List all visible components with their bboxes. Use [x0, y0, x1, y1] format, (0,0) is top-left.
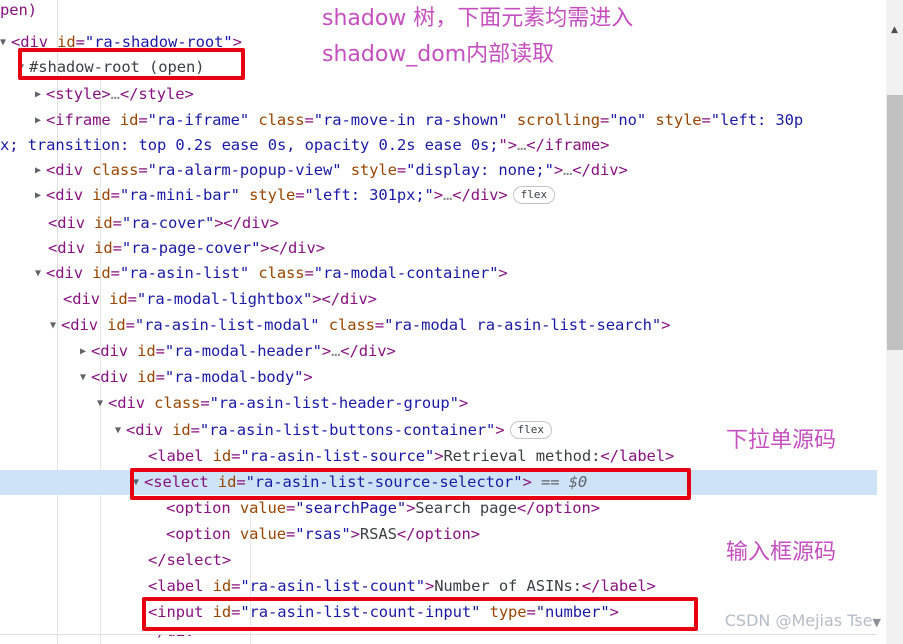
devtools-screenshot: pen) ▼ <div id="ra-shadow-root"> ▼ #shadow…: [0, 0, 903, 644]
dom-line-partial-bottom[interactable]: </div>: [0, 635, 886, 644]
dom-line-asin-list-modal[interactable]: ▼ <div id="ra-asin-list-modal" class="ra-…: [50, 313, 886, 338]
dom-line-option-searchpage[interactable]: <option value="searchPage">Search page</…: [166, 496, 886, 521]
note-shadow-dom: shadow_dom内部读取: [322, 42, 555, 67]
dom-line-ra-asin-list[interactable]: ▼ <div id="ra-asin-list" class="ra-modal-…: [35, 261, 886, 286]
vertical-scrollbar[interactable]: ▲: [885, 0, 903, 644]
collapse-triangle-icon[interactable]: ▶: [35, 183, 46, 208]
note-select-source: 下拉单源码: [726, 428, 837, 453]
expand-triangle-icon[interactable]: ▼: [50, 313, 61, 338]
dom-line-mini-bar[interactable]: ▶ <div id="ra-mini-bar" style="left: 301p…: [35, 183, 886, 208]
expand-triangle-icon[interactable]: ▼: [18, 55, 29, 80]
dom-line-modal-lightbox[interactable]: <div id="ra-modal-lightbox"></div>: [63, 287, 886, 312]
scroll-up-arrow-icon[interactable]: ▲: [886, 22, 903, 39]
dom-line-header-group[interactable]: ▼ <div class="ra-asin-list-header-group">: [97, 391, 886, 416]
expand-triangle-icon[interactable]: ▼: [0, 30, 11, 55]
expand-triangle-icon[interactable]: ▼: [97, 391, 108, 416]
dom-line-style[interactable]: ▶ <style>…</style>: [35, 82, 886, 107]
scrollbar-thumb[interactable]: [887, 95, 903, 350]
dom-line-iframe[interactable]: ▶ <iframe id="ra-iframe" class="ra-move-i…: [35, 108, 886, 133]
scrollbar-track[interactable]: [886, 0, 903, 95]
collapse-triangle-icon[interactable]: ▶: [80, 339, 91, 364]
dom-line-label-count[interactable]: <label id="ra-asin-list-count">Number of…: [148, 574, 886, 599]
collapse-triangle-icon[interactable]: ▶: [35, 82, 46, 107]
dom-line-modal-header[interactable]: ▶ <div id="ra-modal-header">…</div>: [80, 339, 886, 364]
dom-line-modal-body[interactable]: ▼ <div id="ra-modal-body">: [80, 365, 886, 390]
dom-line-ra-page-cover[interactable]: <div id="ra-page-cover"></div>: [48, 236, 886, 261]
flex-badge[interactable]: flex: [509, 421, 553, 439]
expand-triangle-icon[interactable]: ▼: [133, 470, 144, 495]
watermark: CSDN @Mejias Tse▼: [725, 611, 881, 630]
expand-triangle-icon[interactable]: ▼: [115, 418, 126, 443]
dom-line-ra-cover[interactable]: <div id="ra-cover"></div>: [48, 211, 886, 236]
note-shadow-tree: shadow 树，下面元素均需进入: [322, 6, 634, 31]
expand-triangle-icon[interactable]: ▼: [35, 261, 46, 286]
watermark-text: CSDN @Mejias Tse: [724, 611, 873, 630]
expand-triangle-icon[interactable]: ▼: [80, 365, 91, 390]
collapse-triangle-icon[interactable]: ▶: [35, 108, 46, 133]
dom-line-alarm-popup[interactable]: ▶ <div class="ra-alarm-popup-view" style=…: [35, 158, 886, 183]
watermark-caret-icon: ▼: [872, 616, 881, 629]
collapse-triangle-icon[interactable]: ▶: [35, 158, 46, 183]
dom-line-iframe-wrap[interactable]: x; transition: top 0.2s ease 0s, opacity…: [0, 133, 886, 158]
note-input-source: 输入框源码: [726, 540, 837, 565]
row-divider: [0, 634, 886, 635]
dom-line-select-source-selector[interactable]: ▼ <select id="ra-asin-list-source-selecto…: [133, 470, 886, 495]
flex-badge[interactable]: flex: [512, 186, 556, 204]
